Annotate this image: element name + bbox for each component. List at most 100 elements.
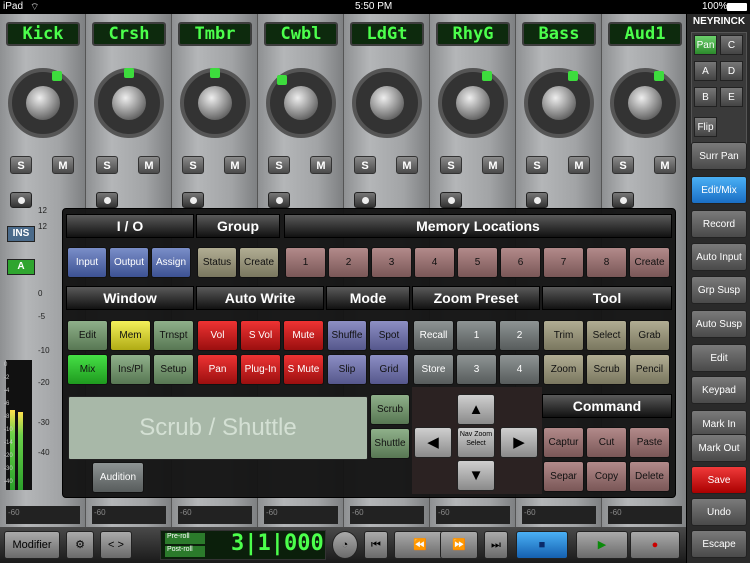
sidebar-button-record[interactable]: Record [691,210,747,238]
rewind-to-start-icon[interactable]: ⏮ [364,531,388,559]
track-name[interactable]: Bass [522,22,596,46]
window-button-mix[interactable]: Mix [67,354,108,385]
command-button-separ[interactable]: Separ [543,461,584,492]
pan-knob[interactable] [524,68,594,138]
stop-icon[interactable]: ■ [516,531,568,559]
pan-e-button[interactable]: E [720,87,743,107]
solo-button[interactable]: S [354,156,376,174]
audition-button[interactable]: Audition [92,462,144,493]
sidebar-button-undo[interactable]: Undo [691,498,747,526]
solo-button[interactable]: S [526,156,548,174]
pan-knob[interactable] [8,68,78,138]
sidebar-button-edit[interactable]: Edit [691,344,747,372]
zoom-preset-2[interactable]: 2 [499,320,540,351]
mute-button[interactable]: M [224,156,246,174]
rewind-icon[interactable]: ⏪ [394,531,446,559]
window-button-setup[interactable]: Setup [153,354,194,385]
pan-a-button[interactable]: A [694,61,717,81]
mute-button[interactable]: M [52,156,74,174]
autowrite-button-s-mute[interactable]: S Mute [283,354,324,385]
track-name[interactable]: Tmbr [178,22,252,46]
mode-button-shuffle[interactable]: Shuffle [327,320,367,351]
tool-button-pencil[interactable]: Pencil [629,354,670,385]
record-icon[interactable]: ● [630,531,680,559]
memory-location-4[interactable]: 4 [414,247,455,278]
group-button-status[interactable]: Status [197,247,237,278]
nav-zoom-select-button[interactable]: Nav Zoom Select [457,427,495,458]
record-arm-button[interactable] [268,192,290,208]
record-arm-button[interactable] [526,192,548,208]
nav-left-icon[interactable]: ◀ [414,427,452,458]
zoom-preset-store[interactable]: Store [413,354,454,385]
memory-location-7[interactable]: 7 [543,247,584,278]
pan-knob[interactable] [94,68,164,138]
window-button-mem[interactable]: Mem [110,320,151,351]
pan-knob[interactable] [352,68,422,138]
mute-button[interactable]: M [310,156,332,174]
io-button-assign[interactable]: Assign [151,247,191,278]
tool-button-select[interactable]: Select [586,320,627,351]
memory-location-1[interactable]: 1 [285,247,326,278]
record-arm-button[interactable] [612,192,634,208]
zoom-preset-1[interactable]: 1 [456,320,497,351]
nav-up-icon[interactable]: ▲ [457,394,495,425]
record-arm-button[interactable] [10,192,32,208]
mute-button[interactable]: M [568,156,590,174]
track-name[interactable]: Kick [6,22,80,46]
io-button-output[interactable]: Output [109,247,149,278]
tool-button-zoom[interactable]: Zoom [543,354,584,385]
scrub-button[interactable]: Scrub [370,394,410,425]
pan-knob[interactable] [438,68,508,138]
window-button-trnspt[interactable]: Trnspt [153,320,194,351]
sidebar-button-grp-susp[interactable]: Grp Susp [691,276,747,304]
sidebar-button-surr-pan[interactable]: Surr Pan [691,142,747,170]
autowrite-button-mute[interactable]: Mute [283,320,324,351]
mute-button[interactable]: M [654,156,676,174]
meter-dial-icon[interactable]: ◔ [332,531,358,559]
memory-location-5[interactable]: 5 [457,247,498,278]
shuttle-button[interactable]: Shuttle [370,428,410,459]
window-button-ins-pl[interactable]: Ins/Pl [110,354,151,385]
preroll-label[interactable]: Pre-roll [165,533,205,544]
sidebar-button-save[interactable]: Save [691,466,747,494]
scrub-shuttle-pad[interactable]: Scrub / Shuttle [68,396,368,460]
pan-knob[interactable] [266,68,336,138]
memory-location-8[interactable]: 8 [586,247,627,278]
sidebar-button-mark-out[interactable]: Mark Out [691,434,747,462]
command-button-cut[interactable]: Cut [586,427,627,458]
track-name[interactable]: Cwbl [264,22,338,46]
mode-button-slip[interactable]: Slip [327,354,367,385]
settings-icon[interactable]: ⚙ [66,531,94,559]
tool-button-grab[interactable]: Grab [629,320,670,351]
solo-button[interactable]: S [10,156,32,174]
pan-b-button[interactable]: B [694,87,717,107]
record-arm-button[interactable] [440,192,462,208]
mode-button-grid[interactable]: Grid [369,354,409,385]
command-button-captur[interactable]: Captur [543,427,584,458]
record-arm-button[interactable] [182,192,204,208]
memory-location-3[interactable]: 3 [371,247,412,278]
sidebar-button-auto-susp[interactable]: Auto Susp [691,310,747,338]
pan-c-button[interactable]: C [720,35,743,55]
autowrite-button-pan[interactable]: Pan [197,354,238,385]
memory-location-2[interactable]: 2 [328,247,369,278]
solo-button[interactable]: S [612,156,634,174]
zoom-preset-3[interactable]: 3 [456,354,497,385]
solo-button[interactable]: S [182,156,204,174]
pan-knob[interactable] [180,68,250,138]
autowrite-button-plug-in[interactable]: Plug-In [240,354,281,385]
ins-button[interactable]: INS [7,226,35,242]
mute-button[interactable]: M [138,156,160,174]
pan-button[interactable]: Pan [694,35,717,55]
nav-down-icon[interactable]: ▼ [457,460,495,491]
track-name[interactable]: RhyG [436,22,510,46]
window-button-edit[interactable]: Edit [67,320,108,351]
command-button-delete[interactable]: Delete [629,461,670,492]
memory-location-6[interactable]: 6 [500,247,541,278]
pan-d-button[interactable]: D [720,61,743,81]
record-arm-button[interactable] [354,192,376,208]
zoom-preset-recall[interactable]: Recall [413,320,454,351]
solo-button[interactable]: S [440,156,462,174]
sidebar-button-keypad[interactable]: Keypad [691,376,747,404]
nav-toggle-button[interactable]: < > [100,531,132,559]
